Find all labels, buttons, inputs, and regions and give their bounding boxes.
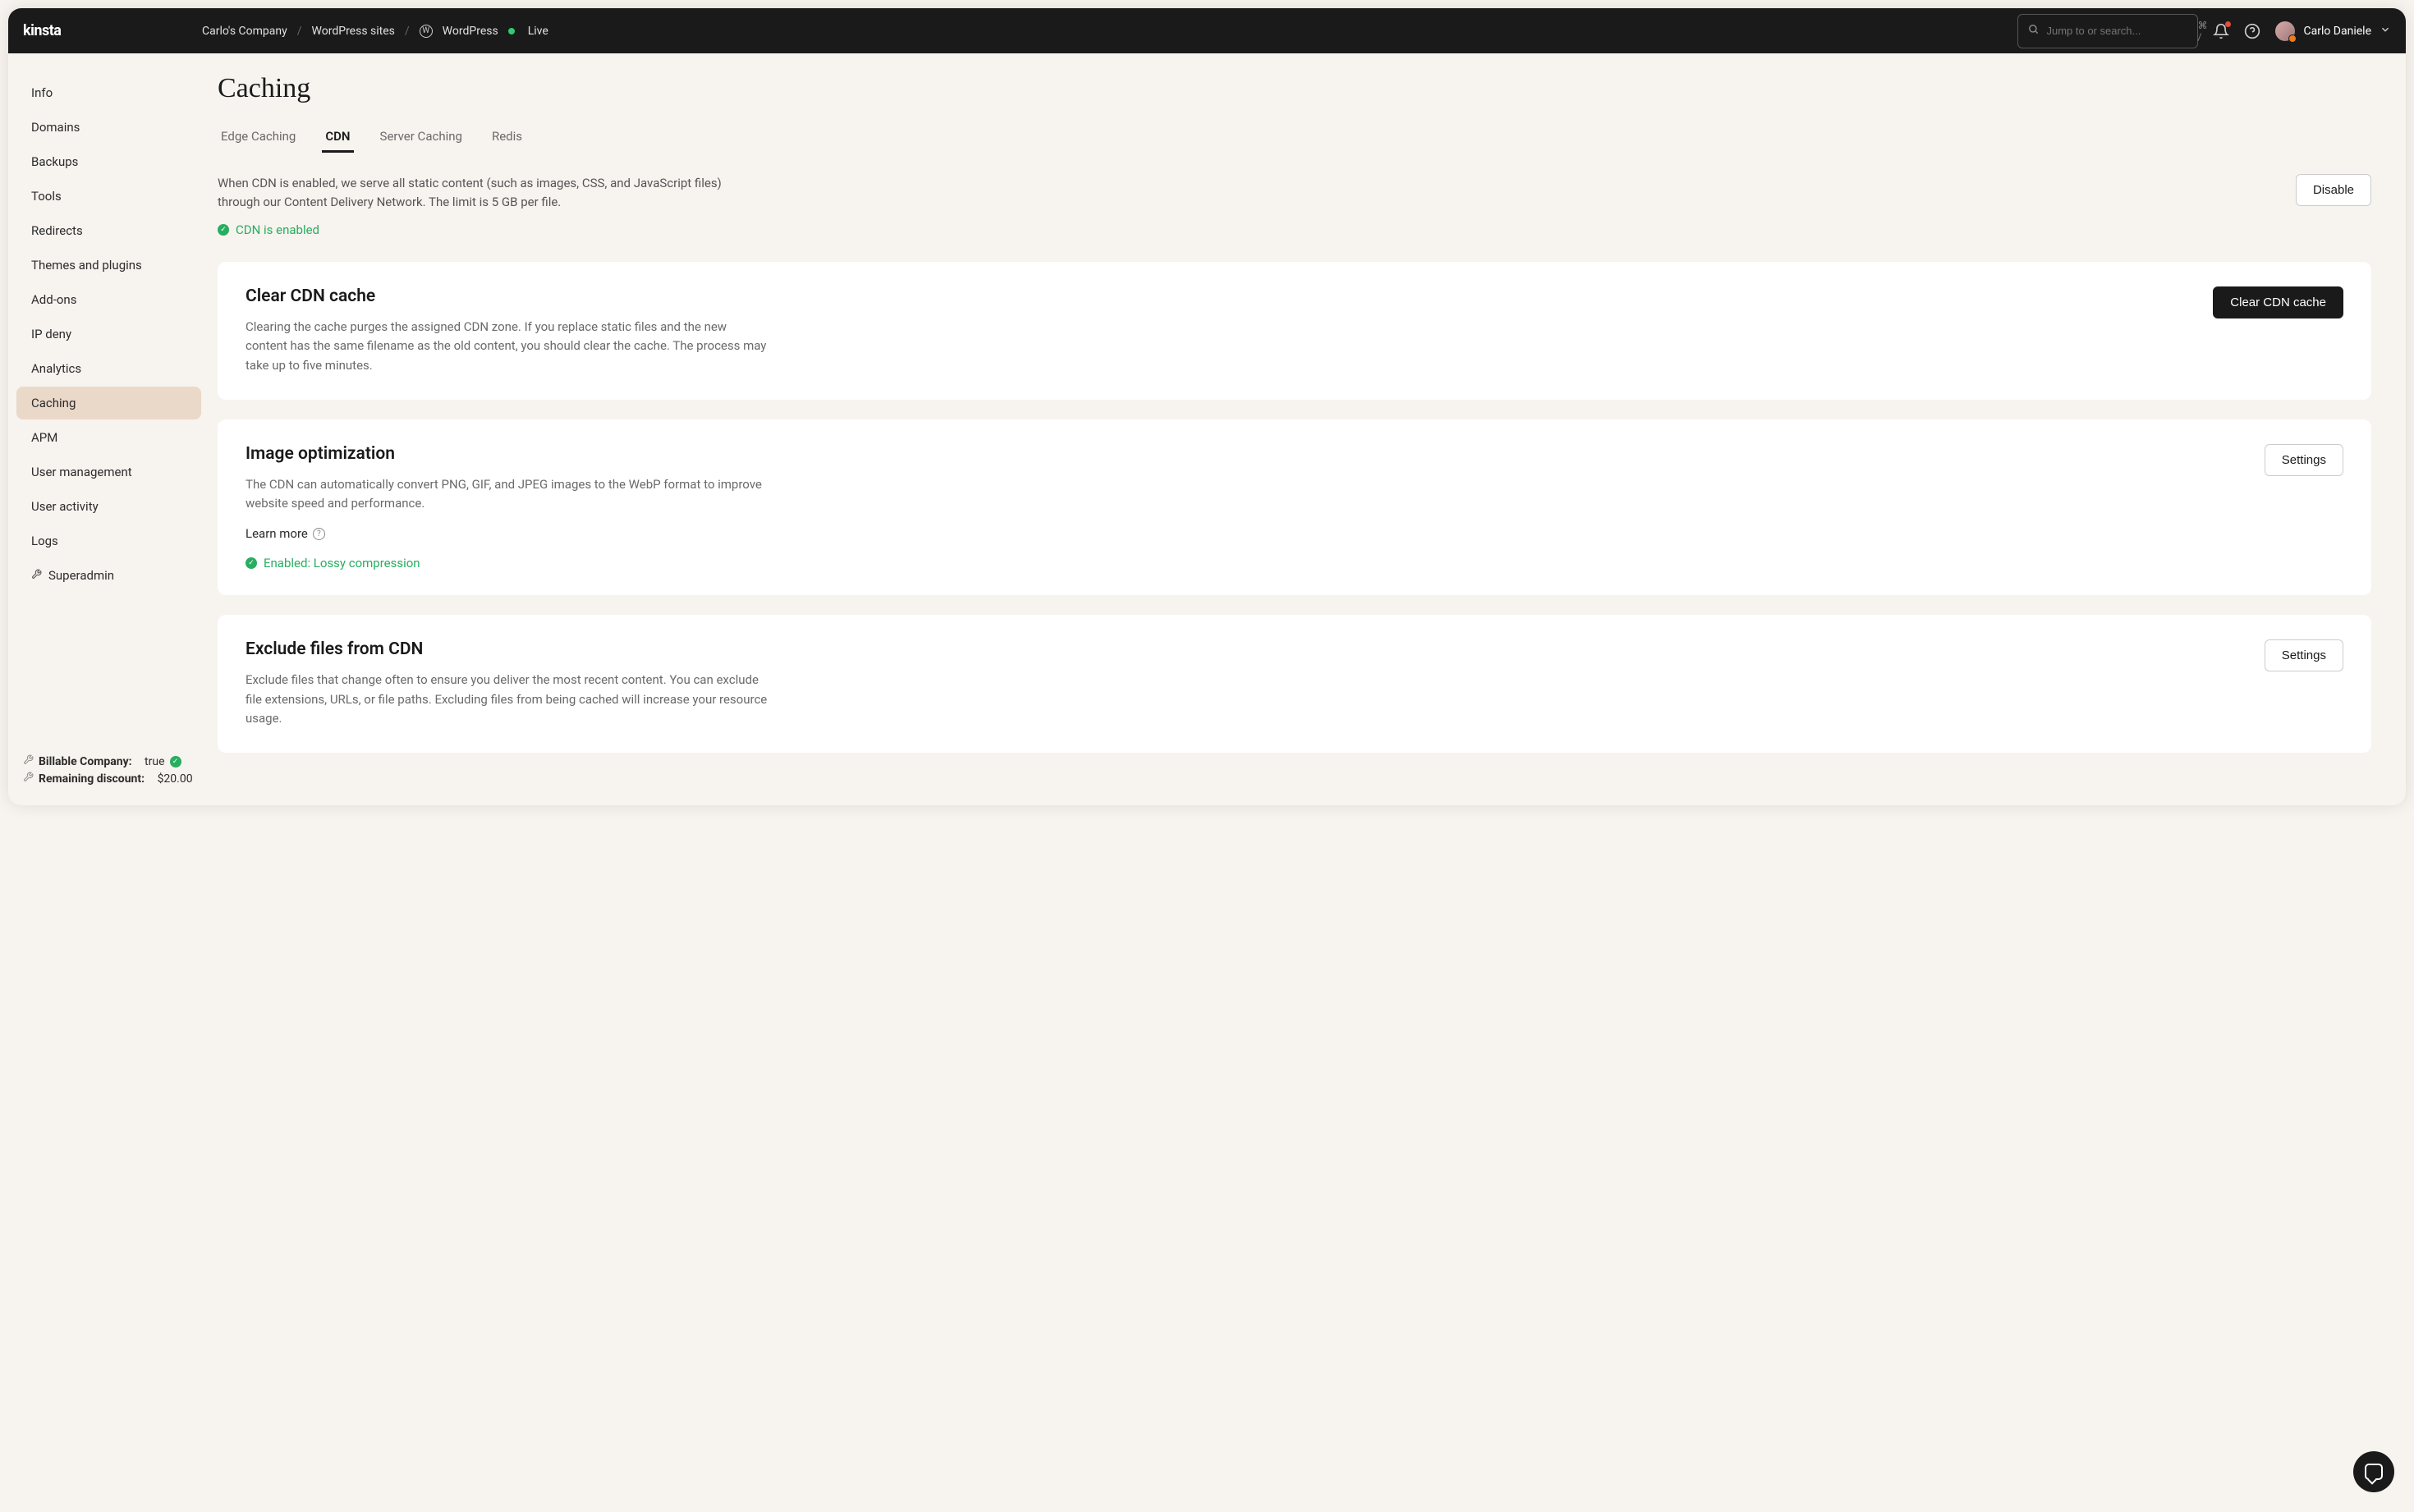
sidebar-footer: Billable Company: true ✓ Remaining disco… <box>8 754 209 789</box>
sidebar-item-label: Superadmin <box>48 568 114 583</box>
topbar: kinsta Carlo's Company / WordPress sites… <box>8 8 2406 53</box>
wrench-icon <box>23 754 34 768</box>
sidebar-item-caching[interactable]: Caching <box>16 387 201 419</box>
sidebar-item-tools[interactable]: Tools <box>16 180 201 213</box>
clear-cdn-cache-button[interactable]: Clear CDN cache <box>2213 286 2343 318</box>
breadcrumb-env: Live <box>528 25 548 38</box>
wrench-icon <box>23 772 34 786</box>
card-description: Clearing the cache purges the assigned C… <box>246 318 771 375</box>
settings-button[interactable]: Settings <box>2265 444 2343 476</box>
user-menu[interactable]: Carlo Daniele <box>2275 21 2391 41</box>
card-title: Clear CDN cache <box>246 286 771 306</box>
user-name: Carlo Daniele <box>2303 25 2371 38</box>
card-title: Image optimization <box>246 444 771 464</box>
sidebar-item-label: IP deny <box>31 327 71 341</box>
notifications-icon[interactable] <box>2213 23 2229 39</box>
sidebar-item-label: APM <box>31 430 57 445</box>
sidebar-item-info[interactable]: Info <box>16 76 201 109</box>
logo[interactable]: kinsta <box>23 22 187 39</box>
wrench-icon <box>31 568 42 583</box>
card-description: Exclude files that change often to ensur… <box>246 671 771 728</box>
sidebar-item-label: Info <box>31 85 53 100</box>
search-shortcut: ⌘ / <box>2197 20 2207 43</box>
chevron-down-icon <box>2380 24 2391 39</box>
sidebar-item-label: Logs <box>31 534 58 548</box>
check-icon: ✓ <box>246 557 257 569</box>
settings-button[interactable]: Settings <box>2265 639 2343 671</box>
page-title: Caching <box>218 73 2371 104</box>
billable-company-row: Billable Company: true ✓ <box>23 754 195 768</box>
sidebar-item-label: User activity <box>31 499 99 514</box>
sidebar-item-label: Analytics <box>31 361 81 376</box>
sidebar-item-ip-deny[interactable]: IP deny <box>16 318 201 351</box>
disable-cdn-button[interactable]: Disable <box>2296 174 2371 206</box>
check-icon: ✓ <box>218 224 229 236</box>
sidebar-item-backups[interactable]: Backups <box>16 145 201 178</box>
sidebar-item-label: Tools <box>31 189 62 204</box>
sidebar-item-apm[interactable]: APM <box>16 421 201 454</box>
card-title: Exclude files from CDN <box>246 639 771 659</box>
card-status: ✓Enabled: Lossy compression <box>246 556 771 570</box>
breadcrumbs: Carlo's Company / WordPress sites / W Wo… <box>202 25 2003 38</box>
sidebar-item-label: Domains <box>31 120 80 135</box>
sidebar-item-label: User management <box>31 465 132 479</box>
wordpress-icon: W <box>420 25 433 38</box>
remaining-discount-row: Remaining discount: $20.00 <box>23 772 195 786</box>
notification-dot-icon <box>2225 21 2231 27</box>
tab-edge-caching[interactable]: Edge Caching <box>218 122 299 153</box>
sidebar-item-superadmin[interactable]: Superadmin <box>16 559 201 592</box>
breadcrumb-sep-icon: / <box>297 25 302 38</box>
sidebar-item-add-ons[interactable]: Add-ons <box>16 283 201 316</box>
sidebar-item-label: Add-ons <box>31 292 76 307</box>
tab-redis[interactable]: Redis <box>489 122 525 153</box>
chat-widget-button[interactable] <box>2353 1451 2394 1492</box>
sidebar-item-redirects[interactable]: Redirects <box>16 214 201 247</box>
sidebar-item-user-activity[interactable]: User activity <box>16 490 201 523</box>
card-image-optimization: Image optimization The CDN can automatica… <box>218 419 2371 596</box>
sidebar-item-domains[interactable]: Domains <box>16 111 201 144</box>
tabs: Edge Caching CDN Server Caching Redis <box>218 122 2371 153</box>
avatar <box>2275 21 2295 41</box>
live-status-dot-icon <box>508 28 515 34</box>
cdn-intro-text: When CDN is enabled, we serve all static… <box>218 174 727 211</box>
sidebar-item-themes-and-plugins[interactable]: Themes and plugins <box>16 249 201 282</box>
main-content: Caching Edge Caching CDN Server Caching Red… <box>209 53 2406 805</box>
card-clear-cdn-cache: Clear CDN cache Clearing the cache purges… <box>218 262 2371 400</box>
sidebar-item-user-management[interactable]: User management <box>16 456 201 488</box>
sidebar-item-logs[interactable]: Logs <box>16 525 201 557</box>
search-input[interactable] <box>2046 25 2191 37</box>
sidebar: Info Domains Backups Tools Redirects Themes a… <box>8 53 209 805</box>
help-circle-icon: ? <box>313 528 325 540</box>
tab-server-caching[interactable]: Server Caching <box>377 122 466 153</box>
breadcrumb-site[interactable]: WordPress <box>443 25 498 38</box>
breadcrumb-sep-icon: / <box>405 25 410 38</box>
tab-cdn[interactable]: CDN <box>322 122 353 153</box>
cdn-enabled-status: ✓ CDN is enabled <box>218 222 727 237</box>
card-exclude-files-from-cdn: Exclude files from CDN Exclude files that… <box>218 615 2371 753</box>
sidebar-item-label: Caching <box>31 396 76 410</box>
sidebar-item-label: Backups <box>31 154 78 169</box>
check-icon: ✓ <box>170 756 181 767</box>
sidebar-item-label: Redirects <box>31 223 83 238</box>
help-icon[interactable] <box>2244 23 2260 39</box>
sidebar-item-analytics[interactable]: Analytics <box>16 352 201 385</box>
card-description: The CDN can automatically convert PNG, G… <box>246 475 771 514</box>
search-icon <box>2028 24 2040 39</box>
breadcrumb-section[interactable]: WordPress sites <box>312 25 395 38</box>
breadcrumb-company[interactable]: Carlo's Company <box>202 25 287 38</box>
search-box[interactable]: ⌘ / <box>2017 14 2198 48</box>
chat-icon <box>2365 1464 2383 1480</box>
learn-more-link[interactable]: Learn more? <box>246 526 771 541</box>
sidebar-item-label: Themes and plugins <box>31 258 142 273</box>
